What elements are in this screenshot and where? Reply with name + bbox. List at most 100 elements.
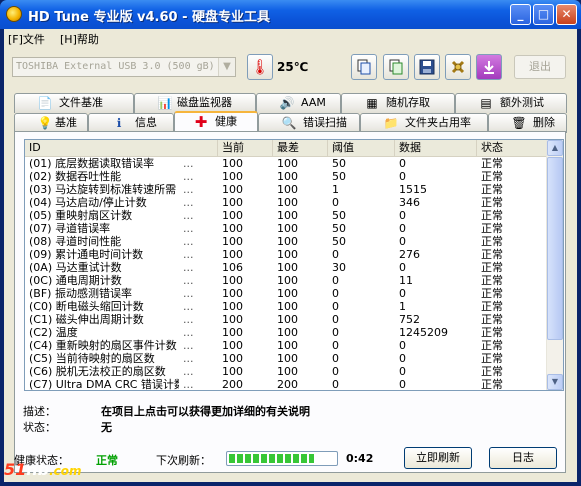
cell-status: 正常 <box>481 209 503 222</box>
table-row[interactable]: (C0) 断电磁头缩回计数 100 100 0 1 正常... <box>25 300 548 313</box>
thermometer-icon[interactable]: 🌡 <box>247 54 273 80</box>
ellipsis: ... <box>183 248 194 261</box>
cell-id: (C4) 重新映射的扇区事件计数 <box>29 339 177 352</box>
cell-status: 正常 <box>481 170 503 183</box>
cell-threshold: 0 <box>332 352 339 365</box>
table-row[interactable]: (C6) 脱机无法校正的扇区数 100 100 0 0 正常... <box>25 365 548 378</box>
ellipsis: ... <box>183 313 194 326</box>
tab-disk-monitor[interactable]: 📊 磁盘监视器 <box>134 93 256 113</box>
table-row[interactable]: (08) 寻道时间性能 100 100 50 0 正常... <box>25 235 548 248</box>
chevron-down-icon[interactable]: ▼ <box>218 58 235 76</box>
copy-screen-icon[interactable] <box>383 54 409 80</box>
tab-file-benchmark[interactable]: 📄 文件基准 <box>14 93 134 113</box>
ellipsis: ... <box>183 261 194 274</box>
column-header-status[interactable]: 状态 <box>477 140 548 156</box>
cell-id: (C5) 当前待映射的扇区数 <box>29 352 155 365</box>
column-header-threshold[interactable]: 阈值 <box>328 140 395 156</box>
cell-current: 100 <box>222 235 243 248</box>
table-row[interactable]: (C2) 温度 100 100 0 1245209 正常... <box>25 326 548 339</box>
cell-threshold: 1 <box>332 183 339 196</box>
cell-current: 100 <box>222 183 243 196</box>
table-row[interactable]: (09) 累计通电时间计数 100 100 0 276 正常... <box>25 248 548 261</box>
exit-button[interactable]: 退出 <box>514 55 566 79</box>
cell-status: 正常 <box>481 378 503 391</box>
table-row[interactable]: (C4) 重新映射的扇区事件计数 100 100 0 0 正常... <box>25 339 548 352</box>
file-benchmark-icon: 📄 <box>37 96 53 110</box>
maximize-button[interactable]: □ <box>533 4 554 25</box>
cell-status: 正常 <box>481 287 503 300</box>
cell-threshold: 50 <box>332 157 346 170</box>
health-status-value: 正常 <box>96 454 118 467</box>
cell-worst: 100 <box>277 209 298 222</box>
column-header-current[interactable]: 当前 <box>218 140 273 156</box>
table-row[interactable]: (04) 马达启动/停止计数 100 100 0 346 正常... <box>25 196 548 209</box>
tab-error-scan[interactable]: 🔍 错误扫描 <box>258 113 360 133</box>
tab-row-top: 📄 文件基准 📊 磁盘监视器 🔊 AAM ▦ 随机存取 ▤ 额外测试 <box>4 93 577 113</box>
tab-extra-tests[interactable]: ▤ 额外测试 <box>455 93 567 113</box>
scroll-up-icon[interactable]: ▲ <box>547 140 563 156</box>
tab-info[interactable]: ℹ 信息 <box>88 113 174 133</box>
column-header-data[interactable]: 数据 <box>395 140 477 156</box>
menu-file[interactable]: [F]文件 <box>8 31 45 47</box>
table-row[interactable]: (0A) 马达重试计数 106 100 30 0 正常... <box>25 261 548 274</box>
cell-threshold: 0 <box>332 313 339 326</box>
table-row[interactable]: (07) 寻道错误率 100 100 50 0 正常... <box>25 222 548 235</box>
cell-current: 100 <box>222 274 243 287</box>
close-button[interactable]: ✕ <box>556 4 577 25</box>
application-window: HD Tune 专业版 v4.60 - 硬盘专业工具 _ □ ✕ [F]文件 [… <box>0 0 581 486</box>
tab-random-access[interactable]: ▦ 随机存取 <box>341 93 455 113</box>
table-row[interactable]: (BF) 振动感测错误率 100 100 0 0 正常... <box>25 287 548 300</box>
table-row[interactable]: (C5) 当前待映射的扇区数 100 100 0 0 正常... <box>25 352 548 365</box>
table-row[interactable]: (01) 底层数据读取错误率 100 100 50 0 正常... <box>25 157 548 170</box>
lightbulb-icon: 💡 <box>37 116 53 130</box>
extra-tests-icon: ▤ <box>480 96 492 110</box>
cell-status: 正常 <box>481 235 503 248</box>
cell-threshold: 0 <box>332 365 339 378</box>
menu-help[interactable]: [H]帮助 <box>60 31 99 47</box>
cell-current: 100 <box>222 339 243 352</box>
cell-worst: 100 <box>277 300 298 313</box>
status-label: 状态： <box>23 421 56 434</box>
cell-current: 100 <box>222 352 243 365</box>
table-row[interactable]: (03) 马达旋转到标准转速所需 100 100 1 1515 正常... <box>25 183 548 196</box>
cell-status: 正常 <box>481 261 503 274</box>
drive-select[interactable]: TOSHIBA External USB 3.0 (500 gB) ▼ <box>12 57 236 77</box>
table-row[interactable]: (C1) 磁头伸出周期计数 100 100 0 752 正常... <box>25 313 548 326</box>
copy-text-icon[interactable] <box>351 54 377 80</box>
tab-folder-usage[interactable]: 📁 文件夹占用率 <box>360 113 488 133</box>
health-panel: ID 当前 最差 阈值 数据 状态 (01) 底层数据读取错误率 100 100 50… <box>14 131 566 473</box>
refresh-now-button[interactable]: 立即刷新 <box>404 447 472 469</box>
column-header-id[interactable]: ID <box>25 140 218 156</box>
options-icon[interactable] <box>445 54 471 80</box>
minimize-button[interactable]: _ <box>510 4 531 25</box>
cell-id: (02) 数据吞吐性能 <box>29 170 122 183</box>
scroll-down-icon[interactable]: ▼ <box>547 374 563 390</box>
cell-worst: 100 <box>277 157 298 170</box>
tab-aam[interactable]: 🔊 AAM <box>256 93 341 113</box>
cell-id: (03) 马达旋转到标准转速所需 <box>29 183 177 196</box>
tab-health[interactable]: ✚ 健康 <box>174 111 258 133</box>
table-row[interactable]: (C7) Ultra DMA CRC 错误计数 200 200 0 0 正常... <box>25 378 548 391</box>
save-icon[interactable] <box>414 54 440 80</box>
cell-worst: 100 <box>277 365 298 378</box>
column-header-worst[interactable]: 最差 <box>273 140 328 156</box>
table-row[interactable]: (05) 重映射扇区计数 100 100 50 0 正常... <box>25 209 548 222</box>
tab-erase[interactable]: 🗑 删除 <box>488 113 567 133</box>
ellipsis: ... <box>183 209 194 222</box>
log-button[interactable]: 日志 <box>489 447 557 469</box>
vertical-scrollbar[interactable]: ▲ ▼ <box>546 140 563 390</box>
cell-threshold: 0 <box>332 287 339 300</box>
scroll-thumb[interactable] <box>547 157 563 340</box>
watermark-num: 51 <box>4 460 27 479</box>
cell-status: 正常 <box>481 183 503 196</box>
ellipsis: ... <box>183 274 194 287</box>
tab-benchmark[interactable]: 💡 基准 <box>14 113 88 133</box>
download-icon[interactable] <box>476 54 502 80</box>
cell-worst: 100 <box>277 339 298 352</box>
table-row[interactable]: (02) 数据吞吐性能 100 100 50 0 正常... <box>25 170 548 183</box>
cell-data: 0 <box>399 378 406 391</box>
cell-status: 正常 <box>481 339 503 352</box>
table-row[interactable]: (0C) 通电周期计数 100 100 0 11 正常... <box>25 274 548 287</box>
title-bar[interactable]: HD Tune 专业版 v4.60 - 硬盘专业工具 _ □ ✕ <box>0 0 581 29</box>
status-bar: 健康状态： 正常 下次刷新： 0:42 立即刷新 日志 <box>4 439 577 482</box>
